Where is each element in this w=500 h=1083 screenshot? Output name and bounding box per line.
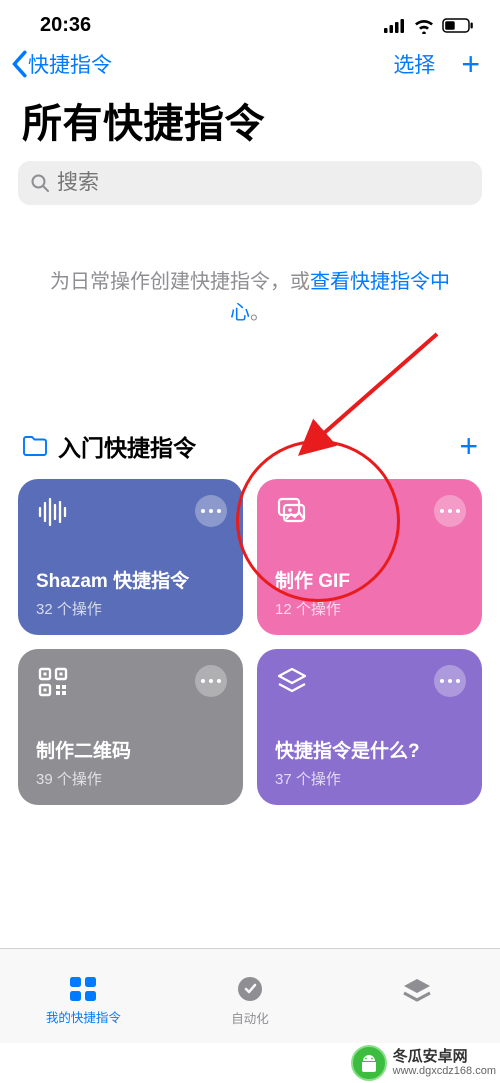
empty-info-text: 为日常操作创建快捷指令，或查看快捷指令中心。 (0, 205, 500, 329)
layers-icon (275, 665, 309, 699)
folder-icon (22, 435, 48, 457)
page-title: 所有快捷指令 (0, 85, 500, 161)
chevron-left-icon (10, 50, 28, 78)
card-count: 37 个操作 (275, 768, 466, 789)
card-what-is[interactable]: 快捷指令是什么? 37 个操作 (257, 649, 482, 805)
battery-icon (442, 18, 474, 33)
automation-icon (235, 974, 265, 1004)
wifi-icon (413, 18, 435, 34)
card-qrcode[interactable]: 制作二维码 39 个操作 (18, 649, 243, 805)
search-bar[interactable] (18, 161, 482, 205)
card-count: 12 个操作 (275, 598, 466, 619)
grid-icon (68, 975, 98, 1003)
back-button[interactable]: 快捷指令 (10, 49, 112, 79)
tab-my-shortcuts[interactable]: 我的快捷指令 (0, 949, 167, 1043)
search-input[interactable] (57, 171, 470, 195)
card-shazam[interactable]: Shazam 快捷指令 32 个操作 (18, 479, 243, 635)
status-time: 20:36 (40, 14, 91, 37)
select-button[interactable]: 选择 (393, 49, 435, 79)
card-title: 制作 GIF (275, 570, 466, 594)
section-header: 入门快捷指令 + (0, 329, 500, 479)
tab-bar: 我的快捷指令 自动化 . (0, 948, 500, 1043)
status-indicators (384, 18, 474, 34)
card-more-button[interactable] (434, 495, 466, 527)
back-label: 快捷指令 (28, 49, 112, 79)
gallery-icon (402, 977, 432, 1005)
card-count: 39 个操作 (36, 768, 227, 789)
card-title: 快捷指令是什么? (275, 740, 466, 764)
status-bar: 20:36 (0, 0, 500, 43)
search-icon (30, 173, 50, 193)
qrcode-icon (36, 665, 70, 699)
tab-label: 我的快捷指令 (46, 1007, 121, 1026)
tab-label: 自动化 (231, 1008, 269, 1027)
card-more-button[interactable] (434, 665, 466, 697)
watermark-url: www.dgxcdz168.com (393, 1065, 496, 1078)
card-title: 制作二维码 (36, 740, 227, 764)
android-icon (351, 1045, 387, 1081)
watermark-title: 冬瓜安卓网 (393, 1048, 496, 1065)
nav-bar: 快捷指令 选择 + (0, 43, 500, 85)
photos-icon (275, 495, 309, 529)
card-more-button[interactable] (195, 495, 227, 527)
card-more-button[interactable] (195, 665, 227, 697)
card-title: Shazam 快捷指令 (36, 570, 227, 594)
section-folder-button[interactable]: 入门快捷指令 (22, 429, 196, 463)
watermark: 冬瓜安卓网 www.dgxcdz168.com (351, 1045, 496, 1081)
section-title: 入门快捷指令 (58, 429, 196, 463)
add-shortcut-button[interactable]: + (461, 50, 480, 78)
card-make-gif[interactable]: 制作 GIF 12 个操作 (257, 479, 482, 635)
shortcut-cards: Shazam 快捷指令 32 个操作 制作 GIF 12 个操作 制作二维码 3… (0, 479, 500, 805)
waveform-icon (36, 495, 70, 529)
tab-automation[interactable]: 自动化 (167, 949, 334, 1043)
cellular-icon (384, 19, 406, 33)
tab-gallery[interactable]: . (333, 949, 500, 1043)
card-count: 32 个操作 (36, 598, 227, 619)
section-add-button[interactable]: + (459, 432, 478, 460)
